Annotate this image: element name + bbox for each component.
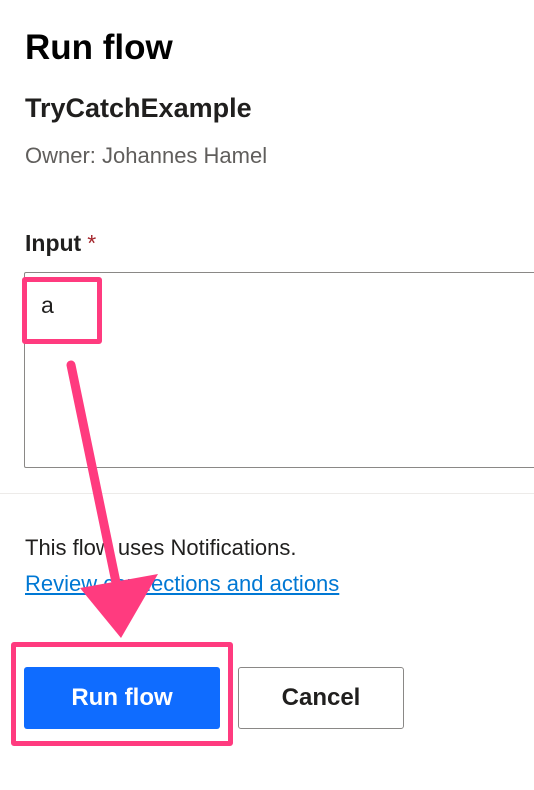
run-flow-button[interactable]: Run flow: [24, 667, 220, 729]
section-divider: [0, 493, 534, 494]
flow-owner: Owner: Johannes Hamel: [25, 143, 268, 168]
flow-name: TryCatchExample: [25, 93, 252, 123]
input-value: a: [41, 292, 54, 318]
run-flow-panel: Run flow TryCatchExample Owner: Johannes…: [0, 0, 534, 790]
required-marker: *: [87, 230, 97, 256]
notifications-notice: This flow uses Notifications.: [25, 535, 297, 560]
input-label-text: Input: [25, 230, 82, 256]
panel-title: Run flow: [25, 28, 173, 67]
input-textarea[interactable]: [24, 272, 534, 468]
review-connections-link[interactable]: Review connections and actions: [25, 569, 339, 599]
cancel-button[interactable]: Cancel: [238, 667, 404, 729]
input-label: Input *: [25, 228, 96, 258]
